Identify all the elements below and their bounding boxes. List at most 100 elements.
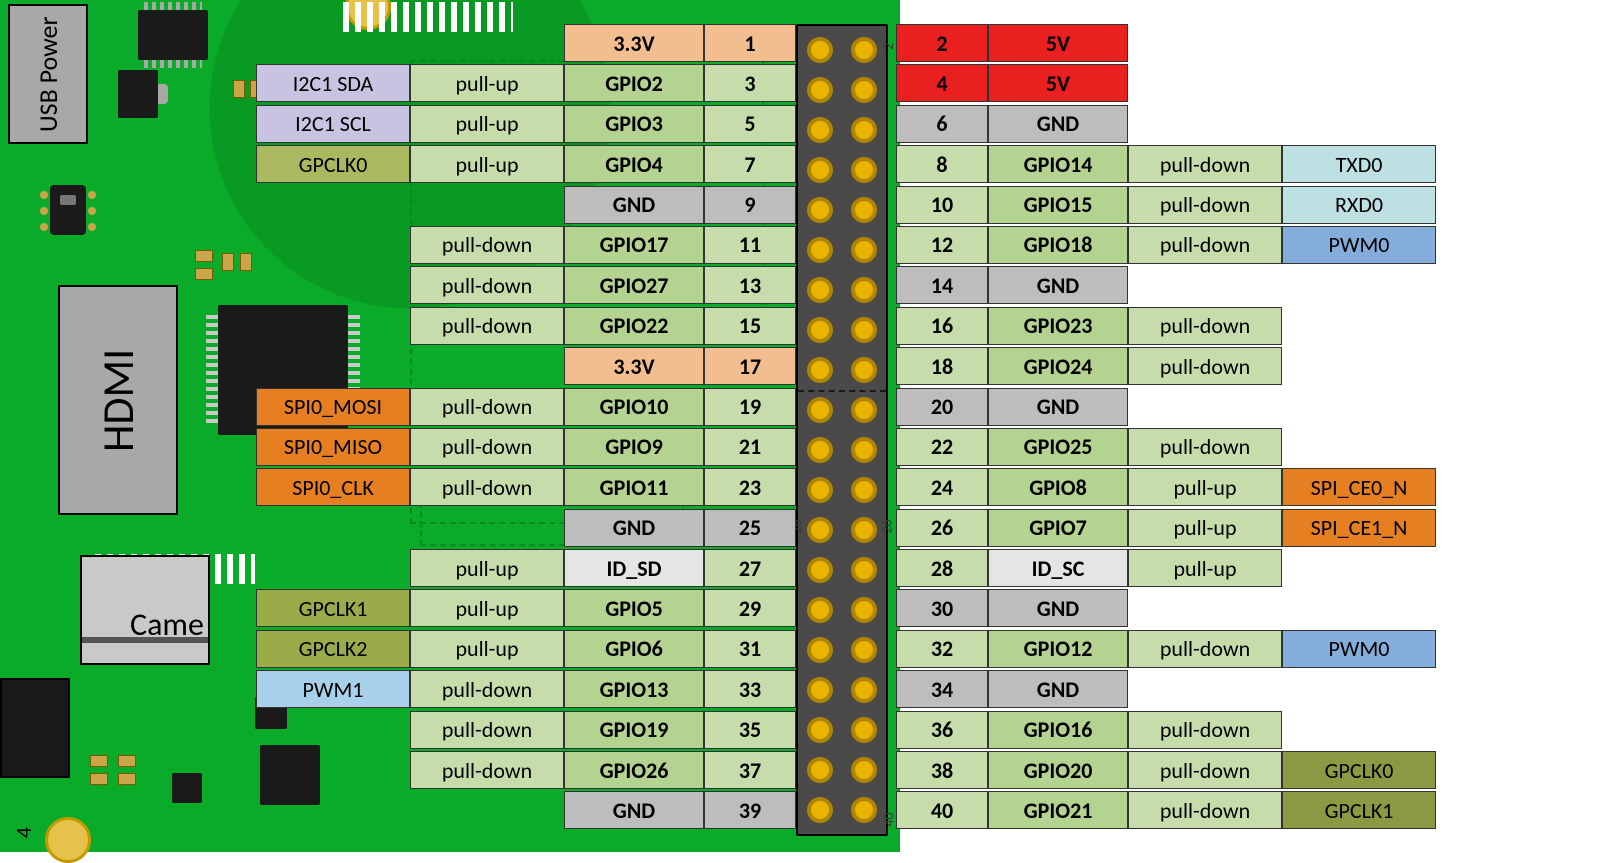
pin-number: 28 bbox=[896, 549, 988, 587]
pin-hole-icon bbox=[851, 797, 877, 823]
pin-func: SPI_CE1_N bbox=[1282, 509, 1436, 547]
pin-row-right: 10GPIO15pull-downRXD0 bbox=[896, 186, 1436, 224]
pin-row-right: 8GPIO14pull-downTXD0 bbox=[896, 145, 1436, 183]
pin-func: PWM0 bbox=[1282, 630, 1436, 668]
pin-row-left: pull-downGPIO1711 bbox=[256, 226, 796, 264]
pin-row-right: 45V bbox=[896, 64, 1436, 102]
pin-number: 27 bbox=[704, 549, 796, 587]
usb-power-port: USB Power bbox=[8, 4, 88, 144]
pin-name: GND bbox=[988, 670, 1128, 708]
pin-number: 36 bbox=[896, 711, 988, 749]
pin-pull: pull-down bbox=[1128, 347, 1282, 385]
pin-hole-icon bbox=[807, 237, 833, 263]
pad-icon bbox=[233, 80, 245, 98]
pin-hole-icon bbox=[851, 157, 877, 183]
pin-pull: pull-down bbox=[1128, 145, 1282, 183]
pin-hole-icon bbox=[851, 677, 877, 703]
pin-number: 10 bbox=[896, 186, 988, 224]
pin-row-right: 28ID_SCpull-up bbox=[896, 549, 1436, 587]
pin-pull: pull-down bbox=[410, 468, 564, 506]
pin-row-right: 34GND bbox=[896, 670, 1436, 708]
pin-hole-icon bbox=[807, 117, 833, 143]
pin-name: ID_SD bbox=[564, 549, 704, 587]
pin-name: GND bbox=[564, 791, 704, 829]
pin-func: GPCLK1 bbox=[256, 589, 410, 627]
header-pin-row bbox=[798, 430, 886, 470]
pin-row-right: 14GND bbox=[896, 266, 1436, 304]
header-pin-row bbox=[798, 270, 886, 310]
pin-pull: pull-up bbox=[410, 105, 564, 143]
pin-hole-icon bbox=[851, 197, 877, 223]
header-pin-row bbox=[798, 30, 886, 70]
pin-row-left: pull-downGPIO1935 bbox=[256, 711, 796, 749]
pin-number: 21 bbox=[704, 428, 796, 466]
pin-number: 32 bbox=[896, 630, 988, 668]
pin-pull: pull-up bbox=[410, 630, 564, 668]
pin-pull: pull-down bbox=[1128, 226, 1282, 264]
pin-name: GPIO19 bbox=[564, 711, 704, 749]
pin-func: GPCLK1 bbox=[1282, 791, 1436, 829]
pin-number: 19 bbox=[704, 388, 796, 426]
pin-hole-icon bbox=[851, 517, 877, 543]
pin-func: TXD0 bbox=[1282, 145, 1436, 183]
pin-name: GND bbox=[988, 266, 1128, 304]
pin-name: 5V bbox=[988, 64, 1128, 102]
pin-func: GPCLK2 bbox=[256, 630, 410, 668]
pin-row-left: pull-downGPIO2713 bbox=[256, 266, 796, 304]
pin-number: 4 bbox=[896, 64, 988, 102]
pin-number: 8 bbox=[896, 145, 988, 183]
pin-hole-icon bbox=[851, 397, 877, 423]
header-pin-row bbox=[798, 230, 886, 270]
pin-row-left: GND9 bbox=[256, 186, 796, 224]
pin-row-right: 30GND bbox=[896, 589, 1436, 627]
pin-pull: pull-down bbox=[1128, 428, 1282, 466]
header-pin-row bbox=[798, 470, 886, 510]
header-pin-row bbox=[798, 110, 886, 150]
pin-pull: pull-down bbox=[410, 751, 564, 789]
gpio-header: 2 26 26 40 bbox=[796, 24, 888, 836]
pin-hole-icon bbox=[807, 517, 833, 543]
pin-number: 6 bbox=[896, 105, 988, 143]
pin-hole-icon bbox=[807, 797, 833, 823]
pin-hole-icon bbox=[807, 277, 833, 303]
pin-hole-icon bbox=[851, 557, 877, 583]
pin-row-left: SPI0_MOSIpull-downGPIO1019 bbox=[256, 388, 796, 426]
pin-labels-right: 25V45V6GND8GPIO14pull-downTXD010GPIO15pu… bbox=[896, 24, 1436, 832]
pin-pull: pull-down bbox=[1128, 711, 1282, 749]
pin-name: GPIO22 bbox=[564, 307, 704, 345]
pin-labels-left: 3.3V1I2C1 SDApull-upGPIO23I2C1 SCLpull-u… bbox=[256, 24, 796, 832]
pin-name: GND bbox=[564, 509, 704, 547]
pin-name: GND bbox=[988, 589, 1128, 627]
chip-icon bbox=[138, 10, 208, 60]
pin-hole-icon bbox=[851, 277, 877, 303]
pin-name: GPIO9 bbox=[564, 428, 704, 466]
page-number: 4 bbox=[10, 827, 37, 838]
pin-name: GPIO27 bbox=[564, 266, 704, 304]
pin-name: GPIO12 bbox=[988, 630, 1128, 668]
pin-pull: pull-up bbox=[1128, 549, 1282, 587]
pin-hole-icon bbox=[851, 717, 877, 743]
pin-number: 24 bbox=[896, 468, 988, 506]
pin-pull: pull-down bbox=[410, 428, 564, 466]
pad-icon bbox=[195, 268, 213, 280]
pin-hole-icon bbox=[807, 37, 833, 63]
pin-row-left: 3.3V17 bbox=[256, 347, 796, 385]
pin-name: 5V bbox=[988, 24, 1128, 62]
pin-name: GPIO16 bbox=[988, 711, 1128, 749]
pin-number: 16 bbox=[896, 307, 988, 345]
pin-name: GPIO13 bbox=[564, 670, 704, 708]
pin-number: 33 bbox=[704, 670, 796, 708]
pad-icon bbox=[90, 773, 108, 785]
header-pin-row bbox=[798, 510, 886, 550]
pin-hole-icon bbox=[851, 597, 877, 623]
pin-hole-icon bbox=[807, 397, 833, 423]
chip-icon bbox=[118, 70, 158, 118]
pin-name: GPIO24 bbox=[988, 347, 1128, 385]
pin-func: I2C1 SDA bbox=[256, 64, 410, 102]
pin-number: 25 bbox=[704, 509, 796, 547]
header-pin-row bbox=[798, 70, 886, 110]
pin-pull: pull-down bbox=[1128, 186, 1282, 224]
pin-row-right: 12GPIO18pull-downPWM0 bbox=[896, 226, 1436, 264]
pin-number: 3 bbox=[704, 64, 796, 102]
pin-row-left: I2C1 SCLpull-upGPIO35 bbox=[256, 105, 796, 143]
